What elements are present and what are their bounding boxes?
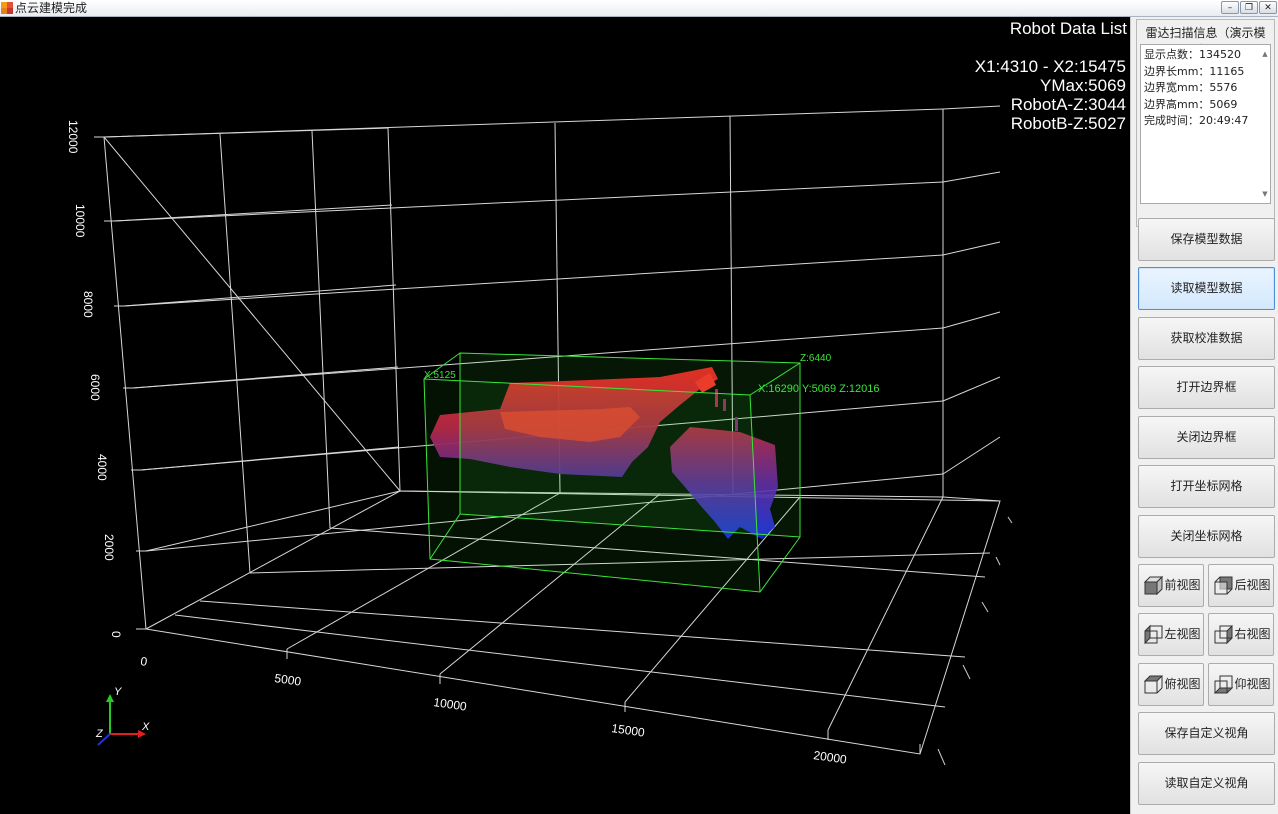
y-tick: 0 [109,631,123,638]
top-view-button[interactable]: 俯视图 [1138,663,1204,706]
cube-front-icon [1143,575,1164,596]
info-item: 边界长mm：11165 [1144,64,1245,78]
x-tick: 10000 [433,695,468,714]
right-view-label: 右视图 [1234,627,1271,641]
axis-gizmo: Y X Z [95,686,150,746]
load-model-button[interactable]: 读取模型数据 [1138,267,1275,310]
open-bbox-button[interactable]: 打开边界框 [1138,366,1275,409]
overlay-title: Robot Data List [1009,19,1127,38]
info-item: 完成时间：20:49:47 [1144,114,1249,127]
point-cloud-viewport[interactable]: 0 2000 4000 6000 8000 10000 12000 0 5000… [0,17,1130,814]
gizmo-x-label: X [141,721,150,733]
left-view-button[interactable]: 左视图 [1138,613,1204,656]
scroll-up-icon[interactable]: ▲ [1260,46,1270,63]
bbox-top-label: Z:6440 [800,353,832,364]
overlay-line: RobotA-Z:3044 [1010,95,1126,114]
save-custom-view-button[interactable]: 保存自定义视角 [1138,712,1275,755]
close-button[interactable]: ✕ [1259,1,1277,14]
title-bar: 点云建模完成 – ❐ ✕ [0,0,1278,17]
overlay-line: X1:4310 - X2:15475 [974,57,1126,76]
y-tick: 6000 [88,374,102,401]
y-tick: 12000 [66,120,80,154]
x-tick: 20000 [813,748,848,767]
bottom-view-label: 仰视图 [1234,677,1271,691]
x-tick: 15000 [611,721,646,740]
open-grid-button[interactable]: 打开坐标网格 [1138,465,1275,508]
overlay-line: YMax:5069 [1040,76,1126,95]
load-custom-view-button[interactable]: 读取自定义视角 [1138,762,1275,805]
restore-button[interactable]: ❐ [1240,1,1258,14]
bottom-view-button[interactable]: 仰视图 [1208,663,1274,706]
y-tick: 10000 [73,204,87,238]
scan-info-group: 雷达扫描信息（演示模式） 显示点数：134520 边界长mm：11165 边界宽… [1136,19,1275,227]
list-scrollbar[interactable]: ▲ ▼ [1260,45,1270,203]
scroll-down-icon[interactable]: ▼ [1260,186,1270,203]
left-view-label: 左视图 [1164,627,1201,641]
window-title: 点云建模完成 [15,1,88,15]
get-calibration-button[interactable]: 获取校准数据 [1138,317,1275,360]
cube-back-icon [1214,576,1233,595]
front-view-button[interactable]: 前视图 [1138,564,1204,607]
y-tick: 4000 [95,454,109,481]
right-view-button[interactable]: 右视图 [1208,613,1274,656]
x-tick: 0 [140,654,149,669]
info-item: 边界高mm：5069 [1144,97,1238,111]
bbox-left-label: X:5125 [424,370,456,381]
y-tick: 8000 [81,291,95,318]
y-axis-ticks: 0 2000 4000 6000 8000 10000 12000 [66,120,123,638]
info-item: 显示点数：134520 [1144,48,1241,61]
cube-top-icon [1143,675,1164,694]
control-panel: 雷达扫描信息（演示模式） 显示点数：134520 边界长mm：11165 边界宽… [1130,17,1278,814]
bounding-box [423,352,801,593]
info-item: 边界宽mm：5576 [1144,81,1238,94]
back-view-label: 后视图 [1234,578,1271,592]
cube-right-icon [1214,624,1233,645]
gizmo-y-label: Y [114,686,122,698]
scan-info-list[interactable]: 显示点数：134520 边界长mm：11165 边界宽mm：5576 边界高mm… [1140,44,1271,204]
x-tick: 5000 [274,671,303,689]
top-view-label: 俯视图 [1164,677,1201,691]
save-model-button[interactable]: 保存模型数据 [1138,218,1275,261]
y-tick: 2000 [102,534,116,561]
app-icon [1,2,13,14]
overlay-info: X1:4310 - X2:15475 YMax:5069 RobotA-Z:30… [975,57,1126,133]
back-view-button[interactable]: 后视图 [1208,564,1274,607]
front-view-label: 前视图 [1164,578,1201,592]
close-bbox-button[interactable]: 关闭边界框 [1138,416,1275,459]
minimize-button[interactable]: – [1221,1,1239,14]
overlay-line: RobotB-Z:5027 [1010,114,1126,133]
bbox-corner-label: X:16290 Y:5069 Z:12016 [758,383,880,395]
cube-left-icon [1144,624,1163,645]
gizmo-z-label: Z [95,728,104,740]
scene-canvas[interactable]: 0 2000 4000 6000 8000 10000 12000 0 5000… [0,17,1130,814]
close-grid-button[interactable]: 关闭坐标网格 [1138,515,1275,558]
cube-bottom-icon [1213,675,1234,694]
x-axis-ticks: 0 5000 10000 15000 20000 [140,654,848,767]
